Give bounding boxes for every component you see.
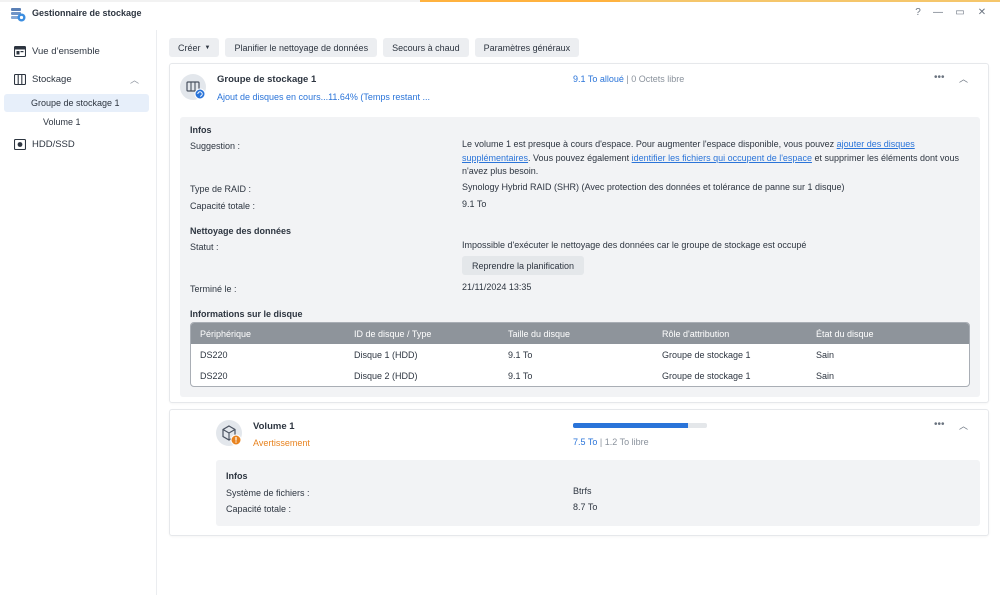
suggestion-text: Le volume 1 est presque à cours d'espace… [462, 139, 837, 149]
suggestion-label: Suggestion : [190, 141, 241, 151]
pool-separator: | [626, 74, 629, 84]
file-system-value: Btrfs [573, 486, 592, 496]
volume-capacity-value: 8.7 To [573, 502, 598, 512]
volume-status-warning: Avertissement [253, 438, 310, 448]
column-header[interactable]: Rôle d'attribution [662, 329, 729, 339]
disk-info-title: Informations sur le disque [190, 309, 303, 319]
finished-value: 21/11/2024 13:35 [462, 282, 532, 292]
suggestion-value: Le volume 1 est presque à cours d'espace… [462, 138, 970, 179]
sidebar-item-label: Vue d’ensemble [32, 46, 100, 57]
create-button-label: Créer [178, 42, 201, 53]
sidebar-item-volume-1[interactable]: Volume 1 [4, 113, 149, 131]
volume-usage-bar [573, 423, 707, 428]
disk-status-healthy: Sain [816, 350, 835, 360]
sidebar-item-hdd-ssd[interactable]: HDD/SSD [4, 135, 149, 154]
volume-usage-fill [573, 423, 689, 428]
table-cell: 9.1 To [508, 350, 533, 360]
table-cell: Groupe de stockage 1 [662, 350, 751, 360]
pool-free: 0 Octets libre [631, 74, 685, 84]
close-icon[interactable]: ✕ [975, 7, 989, 19]
volume-used: 7.5 To [573, 437, 598, 447]
minimize-icon[interactable]: — [931, 7, 945, 19]
data-scrubbing-title: Nettoyage des données [190, 226, 292, 236]
file-system-label: Système de fichiers : [226, 488, 310, 498]
identify-files-link[interactable]: identifier les fichiers qui occupent de … [632, 153, 812, 163]
create-button[interactable]: Créer ▼ [169, 38, 220, 57]
sidebar-item-label: HDD/SSD [32, 139, 75, 150]
storage-manager-app-icon [11, 8, 26, 22]
column-header[interactable]: ID de disque / Type [354, 329, 431, 339]
caret-down-icon: ▼ [204, 44, 211, 51]
schedule-scrub-button[interactable]: Planifier le nettoyage de données [225, 38, 378, 57]
storage-icon [14, 74, 26, 85]
table-row[interactable]: DS220 Disque 2 (HDD) 9.1 To Groupe de st… [191, 365, 969, 386]
volume-free: 1.2 To libre [604, 437, 649, 447]
scrub-status-label: Statut : [190, 242, 219, 252]
volume-info-panel: Infos Système de fichiers : Btrfs Capaci… [216, 460, 980, 526]
more-options-icon[interactable]: ••• [934, 72, 945, 83]
suggestion-text: . Vous pouvez également [528, 152, 632, 163]
info-section-title: Infos [226, 471, 248, 481]
table-cell: Groupe de stockage 1 [662, 371, 751, 381]
volume-usage: 7.5 To | 1.2 To libre [573, 437, 649, 447]
storage-pool-title: Groupe de stockage 1 [217, 74, 317, 85]
sidebar-item-label: Stockage [32, 74, 72, 85]
sidebar-item-label: Volume 1 [43, 117, 81, 127]
global-settings-button[interactable]: Paramètres généraux [474, 38, 580, 57]
chevron-up-icon[interactable]: ︿ [130, 73, 139, 86]
volume-separator: | [599, 437, 603, 447]
resume-schedule-button[interactable]: Reprendre la planification [462, 256, 585, 275]
disk-table: Périphérique ID de disque / Type Taille … [190, 322, 970, 387]
toolbar: Créer ▼ Planifier le nettoyage de donnée… [169, 38, 580, 57]
disk-table-header: Périphérique ID de disque / Type Taille … [191, 323, 969, 344]
column-header[interactable]: État du disque [816, 329, 874, 339]
storage-pool-status: Ajout de disques en cours...11.64% (Temp… [217, 92, 430, 102]
pool-allocated: 9.1 To alloué [573, 74, 624, 84]
maximize-icon[interactable]: ▭ [953, 7, 967, 19]
volume-capacity-label: Capacité totale : [226, 504, 292, 514]
volume-cube-icon [222, 425, 242, 446]
storage-pool-icon [180, 74, 206, 100]
storage-pool-usage: 9.1 To alloué | 0 Octets libre [573, 74, 684, 84]
volume-title: Volume 1 [253, 421, 295, 432]
column-header[interactable]: Taille du disque [508, 329, 570, 339]
more-options-icon[interactable]: ••• [934, 419, 945, 430]
table-row[interactable]: DS220 Disque 1 (HDD) 9.1 To Groupe de st… [191, 344, 969, 365]
scrub-status-value: Impossible d'exécuter le nettoyage des d… [462, 240, 807, 250]
table-cell: 9.1 To [508, 371, 533, 381]
sidebar: Vue d’ensemble Stockage ︿ Groupe de stoc… [0, 30, 157, 595]
total-capacity-value: 9.1 To [462, 199, 487, 209]
storage-pool-glyph-icon [186, 81, 206, 100]
help-icon[interactable]: ? [911, 7, 925, 19]
raid-type-value: Synology Hybrid RAID (SHR) (Avec protect… [462, 182, 845, 192]
chevron-up-icon[interactable]: ︿ [959, 72, 968, 85]
total-capacity-label: Capacité totale : [190, 201, 256, 211]
app-title: Gestionnaire de stockage [32, 8, 142, 18]
volume-card: Volume 1 Avertissement 7.5 To | 1.2 To l… [169, 409, 989, 536]
disk-status-healthy: Sain [816, 371, 835, 381]
table-cell: Disque 2 (HDD) [354, 371, 418, 381]
sidebar-item-storage-pool-1[interactable]: Groupe de stockage 1 [4, 94, 149, 112]
chevron-up-icon[interactable]: ︿ [959, 419, 968, 432]
sidebar-item-storage[interactable]: Stockage ︿ [4, 70, 149, 89]
table-cell: DS220 [200, 350, 228, 360]
raid-type-label: Type de RAID : [190, 184, 252, 194]
volume-icon [216, 420, 242, 446]
table-cell: DS220 [200, 371, 228, 381]
sidebar-item-label: Groupe de stockage 1 [31, 98, 120, 108]
info-section-title: Infos [190, 125, 212, 135]
title-bar: Gestionnaire de stockage ? — ▭ ✕ [0, 2, 1000, 26]
finished-label: Terminé le : [190, 284, 237, 294]
overview-icon [14, 46, 26, 57]
column-header[interactable]: Périphérique [200, 329, 251, 339]
hdd-icon [14, 139, 26, 150]
storage-pool-card: Groupe de stockage 1 Ajout de disques en… [169, 63, 989, 403]
hot-spare-button[interactable]: Secours à chaud [383, 38, 469, 57]
table-cell: Disque 1 (HDD) [354, 350, 418, 360]
sidebar-item-overview[interactable]: Vue d’ensemble [4, 42, 149, 61]
